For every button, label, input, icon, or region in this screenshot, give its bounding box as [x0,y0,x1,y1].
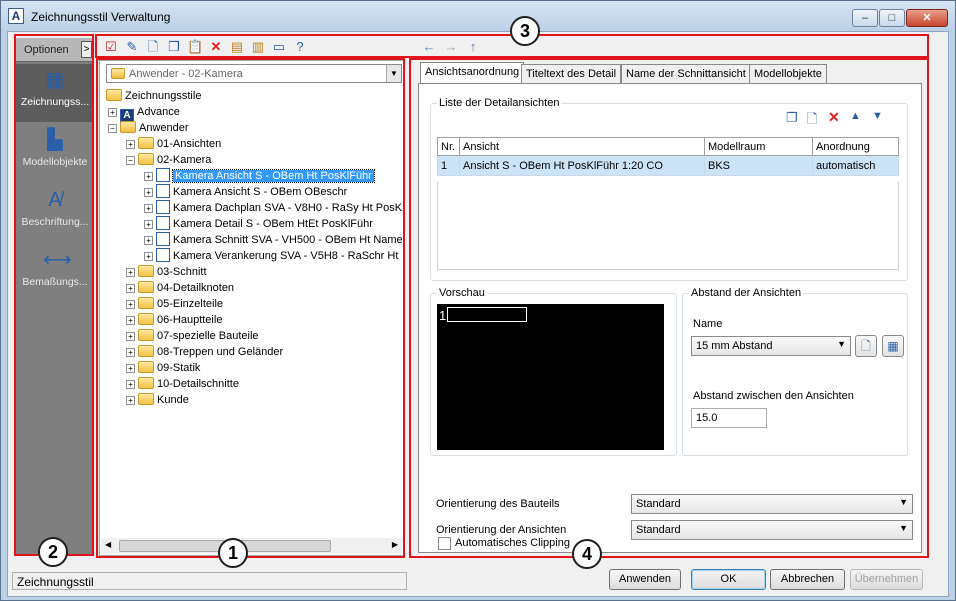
cancel-button[interactable]: Abbrechen [770,569,845,590]
take-over-button[interactable]: Übernehmen [850,569,923,590]
minimize-button[interactable]: – [852,9,878,27]
maximize-button[interactable]: □ [879,9,905,27]
dialog-client: Optionen > ▦ Zeichnungss... ▙ Modellobje… [7,16,949,597]
callout-box-1 [96,58,405,558]
callout-box-2 [14,34,94,556]
title-bar: A Zeichnungsstil Verwaltung – □ ✕ [1,1,955,31]
callout-badge-1: 1 [218,538,248,568]
status-text: Zeichnungsstil [17,575,94,589]
window-title: Zeichnungsstil Verwaltung [31,10,171,24]
app-logo-icon: A [8,8,24,24]
callout-badge-4: 4 [572,539,602,569]
status-bar: Zeichnungsstil [12,572,407,590]
close-button[interactable]: ✕ [906,9,948,27]
ok-button[interactable]: OK [691,569,766,590]
callout-badge-2: 2 [38,537,68,567]
callout-badge-3: 3 [510,16,540,46]
callout-box-4 [409,58,929,558]
apply-button[interactable]: Anwenden [609,569,681,590]
main-window: A Zeichnungsstil Verwaltung – □ ✕ Option… [0,0,956,601]
